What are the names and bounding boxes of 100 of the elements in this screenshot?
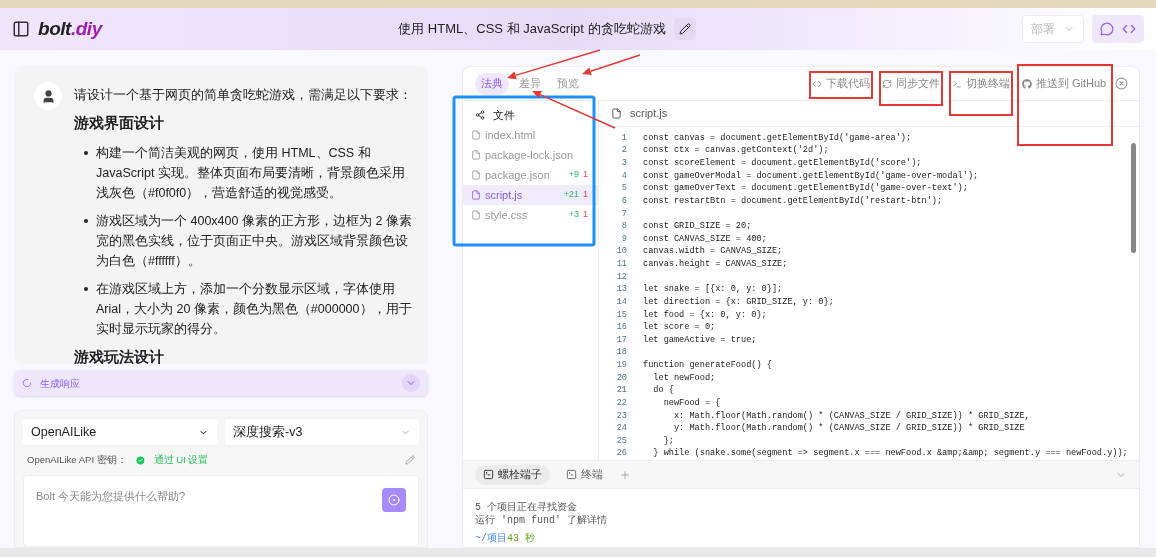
annotation-box xyxy=(949,70,1013,116)
code-icon xyxy=(812,78,822,89)
code-line: } while (snake.some(segment => segment.x === newFood.x &amp;&amp; segment.y === newFood.y)); xyxy=(652,447,1128,460)
line-number: 24 xyxy=(615,422,627,435)
github-icon xyxy=(1021,78,1032,89)
line-number: 25 xyxy=(615,434,627,448)
code-line: newFood = { xyxy=(662,396,721,410)
line-number: 23 xyxy=(615,409,627,423)
line-number: 1 xyxy=(620,131,627,145)
line-number: 2 xyxy=(620,144,627,157)
close-icon[interactable] xyxy=(1115,77,1128,90)
project-title: 使用 HTML、CSS 和 JavaScript 的贪吃蛇游戏 xyxy=(398,20,666,39)
file-item[interactable]: script.js +21 1 xyxy=(463,185,598,205)
workbench-tab[interactable]: 差异 xyxy=(513,72,547,95)
model-select[interactable]: 深度搜索-v3 xyxy=(225,419,419,445)
requirement-text: 游戏区域为一个 400x400 像素的正方形，边框为 2 像素宽的黑色实线，位于页面正中央。游戏区域背景颜色设为白色（#ffffff）。 xyxy=(96,213,413,270)
section-heading: 游戏界面设计 xyxy=(74,113,165,133)
code-line: }; xyxy=(662,434,674,448)
requirement-text: 构建一个简洁美观的网页，使用 HTML、CSS 和 JavaScript 实现。整体页面布局要清晰，背景颜色采用浅灰色（#f0f0f0），营造舒适的视觉感受。 xyxy=(96,145,406,202)
tree-icon xyxy=(475,110,485,120)
collapse-button[interactable] xyxy=(402,374,420,392)
toolbar-button[interactable]: 下载代码 xyxy=(811,72,871,95)
prompt-duration: 43 秒 xyxy=(507,532,536,545)
code-line: let snake = [{x: 0, y: 0}]; xyxy=(643,283,783,296)
terminal-tab[interactable]: 终端 xyxy=(558,464,611,485)
line-number: 11 xyxy=(615,258,627,271)
line-number: 8 xyxy=(620,220,627,233)
file-icon xyxy=(611,107,622,119)
code-line: y: Math.floor(Math.random() * (CANVAS_SIZE / GRID_SIZE)) * GRID_SIZE xyxy=(672,422,1025,435)
line-number: 6 xyxy=(620,194,627,208)
code-line: const gameOverModal = document.getElementById('game-over-modal'); xyxy=(643,169,979,183)
line-number: 16 xyxy=(615,321,627,334)
add-terminal-icon[interactable] xyxy=(619,468,631,481)
file-item[interactable]: package.json +9 1 xyxy=(463,165,598,185)
editor-filename: script.js xyxy=(630,106,668,122)
annotation-box xyxy=(879,70,943,106)
user-message: 请设计一个基于网页的简单贪吃蛇游戏，需满足以下要求： xyxy=(74,87,413,104)
edit-icon[interactable] xyxy=(405,455,415,466)
workbench-tab[interactable]: 预览 xyxy=(551,72,585,95)
file-icon xyxy=(471,150,481,160)
files-title: 文件 xyxy=(493,107,515,123)
api-key-label: OpenAILike API 密钥： xyxy=(27,453,127,467)
file-icon xyxy=(471,170,481,180)
workbench-tab[interactable]: 法典 xyxy=(475,72,509,95)
requirement-text: 在游戏区域上方，添加一个分数显示区域，字体使用 Arial，大小为 20 像素，颜色为黑色（#000000），用于实时显示玩家的得分。 xyxy=(96,281,413,338)
code-line: const gameOverText = document.getElementById('game-over-text'); xyxy=(643,182,968,195)
code-line: let food = {x: 0, y: 0}; xyxy=(643,308,767,322)
terminal-icon xyxy=(566,469,577,480)
line-number: 14 xyxy=(615,295,627,309)
code-line: const GRID_SIZE = 20; xyxy=(643,220,752,233)
toolbar-button[interactable]: 推送到 GitHub xyxy=(1021,72,1107,95)
code-line: canvas.height = CANVAS_SIZE; xyxy=(643,258,788,271)
code-line: let newFood; xyxy=(652,371,716,385)
line-number: 4 xyxy=(620,169,627,183)
app-logo: bolt.diy xyxy=(38,16,102,41)
code-line: canvas.width = CANVAS_SIZE; xyxy=(643,245,783,258)
annotation-box xyxy=(809,70,873,99)
terminal-icon xyxy=(483,469,494,480)
code-line: const restartBtn = document.getElementById('restart-btn'); xyxy=(643,194,943,208)
rename-button[interactable] xyxy=(673,18,696,40)
toolbar-button[interactable]: 同步文件 xyxy=(881,72,941,95)
line-number: 7 xyxy=(620,207,627,221)
file-icon xyxy=(471,190,481,200)
file-icon xyxy=(471,210,481,220)
sidebar-toggle-icon[interactable] xyxy=(12,20,30,38)
spinner-icon xyxy=(22,378,32,388)
file-item[interactable]: package-lock.json xyxy=(463,145,598,165)
sync-icon xyxy=(882,78,892,89)
user-avatar xyxy=(34,82,62,110)
toolbar-button[interactable]: 切换终端 xyxy=(951,72,1011,95)
chat-icon[interactable] xyxy=(1100,22,1114,36)
code-icon[interactable] xyxy=(1122,22,1136,36)
terminal-tab[interactable]: 螺栓端子 xyxy=(475,464,550,485)
prompt-placeholder: Bolt 今天能为您提供什么帮助? xyxy=(36,489,187,505)
line-number: 26 xyxy=(615,447,627,460)
terminal-line: 运行 'npm fund' 了解详情 xyxy=(475,514,607,527)
code-line: let direction = {x: GRID_SIZE, y: 0}; xyxy=(643,295,834,309)
send-button[interactable] xyxy=(382,488,406,513)
line-number: 20 xyxy=(615,371,627,385)
prompt-path: ~/项目 xyxy=(475,532,507,545)
check-icon xyxy=(134,454,146,466)
code-line: function generateFood() { xyxy=(643,359,772,372)
file-item[interactable]: style.css +3 1 xyxy=(463,205,598,225)
terminal-icon xyxy=(952,78,962,89)
line-number: 3 xyxy=(620,157,627,170)
line-number: 10 xyxy=(615,245,627,258)
circle-dot-icon xyxy=(388,494,400,507)
code-line: x: Math.floor(Math.random() * (CANVAS_SIZE / GRID_SIZE)) * GRID_SIZE, xyxy=(672,409,1030,423)
code-line: do { xyxy=(652,384,674,397)
section-heading: 游戏玩法设计 xyxy=(74,347,165,364)
code-line: const CANVAS_SIZE = 400; xyxy=(643,232,767,246)
status-text: 生成响应 xyxy=(40,376,81,391)
provider-select[interactable]: OpenAILike xyxy=(23,419,217,445)
file-item[interactable]: index.html xyxy=(463,125,598,145)
line-number: 19 xyxy=(615,359,627,372)
code-line: const canvas = document.getElementById('game-area'); xyxy=(643,131,912,145)
code-line: const scoreElement = document.getElementById('score'); xyxy=(643,157,922,170)
prompt-input[interactable]: Bolt 今天能为您提供什么帮助? xyxy=(23,475,419,547)
line-number: 13 xyxy=(615,283,627,296)
line-number: 9 xyxy=(620,232,627,246)
